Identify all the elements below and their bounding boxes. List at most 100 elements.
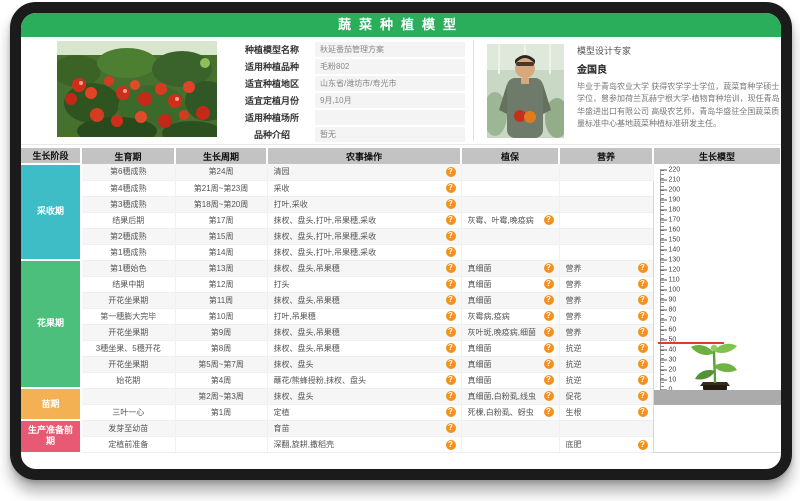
form-row: 种植模型名称秋延番茄管理方案 <box>229 41 465 57</box>
nutrition-text: 底肥 <box>566 439 582 450</box>
form-label: 适用种植场所 <box>229 111 315 124</box>
tomato-crop-photo <box>57 41 217 137</box>
nutrition-cell: 底肥? <box>559 437 653 453</box>
help-icon[interactable]: ? <box>544 215 554 225</box>
nutrition-cell: 营养? <box>559 276 653 292</box>
help-icon[interactable]: ? <box>446 375 456 385</box>
protection-cell: 真细菌? <box>461 260 559 276</box>
help-icon[interactable]: ? <box>638 391 648 401</box>
help-icon[interactable]: ? <box>446 199 456 209</box>
ruler-tick: 140 <box>660 247 681 254</box>
ruler-tick: 70 <box>660 317 677 324</box>
table-header-row: 生长阶段 生育期 生长周期 农事操作 植保 营养 生长模型 <box>21 148 781 164</box>
cycle-cell: 第9周 <box>175 324 267 340</box>
help-icon[interactable]: ? <box>446 440 456 450</box>
cycle-cell: 第10周 <box>175 308 267 324</box>
help-icon[interactable]: ? <box>446 279 456 289</box>
period-cell: 第4穗成熟 <box>81 180 175 196</box>
ruler-tick: 60 <box>660 327 677 334</box>
form-row: 适用种植品种毛粉802 <box>229 58 465 74</box>
nutrition-cell: 生根? <box>559 404 653 420</box>
help-icon[interactable]: ? <box>544 279 554 289</box>
form-value: 暂无 <box>315 127 465 142</box>
operation-cell: 采收? <box>267 180 461 196</box>
protection-text: 真细菌 <box>468 359 492 370</box>
ruler-tick: 100 <box>660 287 681 294</box>
help-icon[interactable]: ? <box>446 167 456 177</box>
form-value: 山东省/潍坊市/寿光市 <box>315 76 465 91</box>
protection-text: 真细菌,白粉虱,线虫 <box>468 391 536 402</box>
help-icon[interactable]: ? <box>544 295 554 305</box>
help-icon[interactable]: ? <box>638 359 648 369</box>
nutrition-text: 营养 <box>566 263 582 274</box>
help-icon[interactable]: ? <box>544 343 554 353</box>
help-icon[interactable]: ? <box>446 311 456 321</box>
operation-cell: 打叶,采收? <box>267 196 461 212</box>
help-icon[interactable]: ? <box>638 375 648 385</box>
cycle-cell: 第11周 <box>175 292 267 308</box>
help-icon[interactable]: ? <box>446 391 456 401</box>
nutrition-cell <box>559 420 653 436</box>
help-icon[interactable]: ? <box>544 391 554 401</box>
help-icon[interactable]: ? <box>446 407 456 417</box>
help-icon[interactable]: ? <box>446 295 456 305</box>
nutrition-cell: 抗逆? <box>559 372 653 388</box>
cycle-cell: 第12周 <box>175 276 267 292</box>
protection-cell: 真细菌,白粉虱,线虫? <box>461 388 559 404</box>
protection-cell <box>461 180 559 196</box>
nutrition-cell <box>559 228 653 244</box>
nutrition-text: 营养 <box>566 279 582 290</box>
help-icon[interactable]: ? <box>446 215 456 225</box>
help-icon[interactable]: ? <box>638 311 648 321</box>
period-cell: 第一穗膨大完毕 <box>81 308 175 324</box>
nutrition-text: 营养 <box>566 327 582 338</box>
header-cycle: 生长周期 <box>175 148 267 164</box>
help-icon[interactable]: ? <box>446 263 456 273</box>
operation-cell: 育苗? <box>267 420 461 436</box>
header-operation: 农事操作 <box>267 148 461 164</box>
help-icon[interactable]: ? <box>544 359 554 369</box>
nutrition-cell <box>559 180 653 196</box>
period-cell: 结果中期 <box>81 276 175 292</box>
help-icon[interactable]: ? <box>638 263 648 273</box>
help-icon[interactable]: ? <box>544 375 554 385</box>
table-row: 采收期第6穗成熟第24周清园?2202102001901801701601501… <box>21 164 781 180</box>
ruler-tick: 120 <box>660 267 681 274</box>
cycle-cell: 第21周~第23周 <box>175 180 267 196</box>
operation-cell: 抹杈、盘头,吊果穗? <box>267 260 461 276</box>
ruler-tick: 210 <box>660 177 681 184</box>
help-icon[interactable]: ? <box>638 343 648 353</box>
nutrition-cell: 营养? <box>559 260 653 276</box>
help-icon[interactable]: ? <box>446 343 456 353</box>
help-icon[interactable]: ? <box>446 247 456 257</box>
header-nutrition: 营养 <box>559 148 653 164</box>
help-icon[interactable]: ? <box>544 407 554 417</box>
help-icon[interactable]: ? <box>446 359 456 369</box>
help-icon[interactable]: ? <box>638 440 648 450</box>
help-icon[interactable]: ? <box>446 423 456 433</box>
period-cell: 始花期 <box>81 372 175 388</box>
help-icon[interactable]: ? <box>638 407 648 417</box>
page-title: 蔬菜种植模型 <box>338 17 464 32</box>
operation-cell: 打叶,吊果穗? <box>267 308 461 324</box>
help-icon[interactable]: ? <box>446 231 456 241</box>
protection-cell: 灰霉、叶霉,晚疫病? <box>461 212 559 228</box>
expert-bio: 毕业于青岛农业大学 获得农学学士学位，蔬菜育种学硕士学位，曾参加荷兰瓦赫宁根大学… <box>577 81 781 131</box>
protection-cell: 真细菌? <box>461 292 559 308</box>
help-icon[interactable]: ? <box>446 183 456 193</box>
operation-cell: 抹杈、盘头? <box>267 388 461 404</box>
protection-cell: 灰叶斑,晚疫病,细菌? <box>461 324 559 340</box>
help-icon[interactable]: ? <box>638 327 648 337</box>
help-icon[interactable]: ? <box>638 279 648 289</box>
ruler-tick: 110 <box>660 277 680 284</box>
help-icon[interactable]: ? <box>638 295 648 305</box>
period-cell: 三叶一心 <box>81 404 175 420</box>
help-icon[interactable]: ? <box>544 263 554 273</box>
help-icon[interactable]: ? <box>544 311 554 321</box>
period-cell: 开花坐果期 <box>81 356 175 372</box>
nutrition-text: 促花 <box>566 391 582 402</box>
help-icon[interactable]: ? <box>446 327 456 337</box>
help-icon[interactable]: ? <box>544 327 554 337</box>
protection-text: 灰霉病,疫病 <box>468 311 510 322</box>
period-cell <box>81 388 175 404</box>
